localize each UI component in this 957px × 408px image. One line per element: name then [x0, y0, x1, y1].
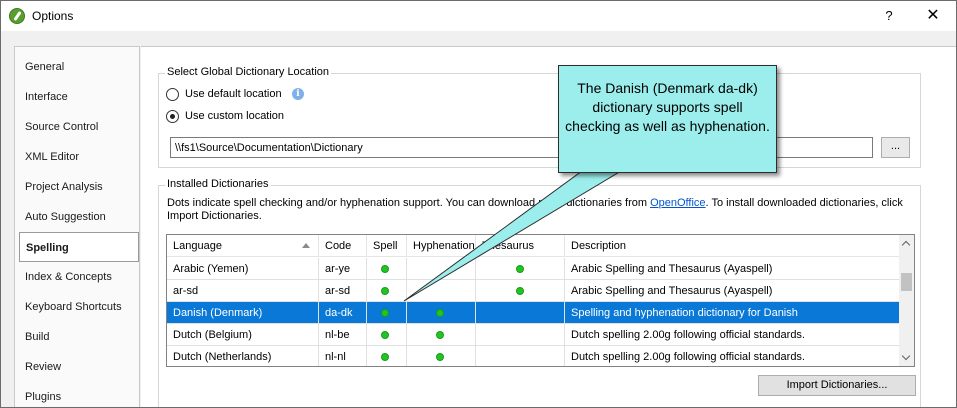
- cell-hyphenation: [407, 346, 476, 366]
- cell-description: Spelling and hyphenation dictionary for …: [571, 307, 798, 319]
- app-icon: [9, 8, 25, 24]
- column-header-thesaurus[interactable]: Thesaurus: [476, 235, 565, 257]
- title-bar: Options ? ✕: [1, 1, 956, 31]
- column-header-code[interactable]: Code: [319, 235, 367, 257]
- table-row[interactable]: Arabic (Yemen) ar-ye Arabic Spelling and…: [167, 258, 899, 280]
- spell-support-dot-icon: [381, 265, 389, 273]
- sidebar-item-interface[interactable]: Interface: [15, 82, 139, 112]
- close-button[interactable]: ✕: [923, 6, 943, 26]
- help-button[interactable]: ?: [880, 6, 898, 26]
- installed-description: Dots indicate spell checking and/or hyph…: [167, 197, 912, 223]
- column-header-hyphenation[interactable]: Hyphenation: [407, 235, 476, 257]
- cell-thesaurus: [476, 258, 565, 280]
- browse-button[interactable]: ...: [881, 137, 910, 158]
- column-header-description[interactable]: Description: [565, 235, 899, 257]
- table-row[interactable]: Dutch (Belgium) nl-be Dutch spelling 2.0…: [167, 324, 899, 346]
- options-window: Options ? ✕ General Interface Source Con…: [0, 0, 957, 408]
- cell-language: Danish (Denmark): [167, 302, 319, 324]
- use-default-location-label[interactable]: Use default location: [185, 88, 282, 100]
- installed-dictionaries-title: Installed Dictionaries: [165, 178, 271, 190]
- callout-box: The Danish (Denmark da-dk) dictionary su…: [558, 65, 777, 173]
- table-row-selected[interactable]: Danish (Denmark) da-dk Spelling and hyph…: [167, 302, 899, 324]
- column-header-language[interactable]: Language: [167, 235, 319, 257]
- sidebar-item-plugins[interactable]: Plugins: [15, 382, 139, 407]
- hyphenation-support-dot-icon: [436, 331, 444, 339]
- cell-spell: [367, 324, 407, 346]
- thesaurus-support-dot-icon: [516, 265, 524, 273]
- thesaurus-support-dot-icon: [516, 287, 524, 295]
- cell-spell: [367, 258, 407, 280]
- sort-ascending-icon: [302, 243, 310, 248]
- column-header-language-label: Language: [173, 240, 222, 252]
- scroll-up-icon[interactable]: [899, 237, 914, 252]
- cell-thesaurus: [476, 346, 565, 366]
- window-title: Options: [32, 9, 74, 23]
- cell-code: nl-be: [319, 324, 367, 346]
- sidebar-item-spelling[interactable]: Spelling: [19, 232, 139, 262]
- spell-support-dot-icon: [381, 353, 389, 361]
- sidebar-item-xml-editor[interactable]: XML Editor: [15, 142, 139, 172]
- cell-spell: [367, 346, 407, 366]
- cell-code: ar-ye: [319, 258, 367, 280]
- cell-description: Dutch spelling 2.00g following official …: [571, 329, 805, 341]
- scroll-thumb[interactable]: [901, 273, 912, 291]
- sidebar-item-index-concepts[interactable]: Index & Concepts: [15, 262, 139, 292]
- sidebar-item-source-control[interactable]: Source Control: [15, 112, 139, 142]
- cell-description: Dutch spelling 2.00g following official …: [571, 351, 805, 363]
- cell-hyphenation: [407, 280, 476, 302]
- sidebar-item-project-analysis[interactable]: Project Analysis: [15, 172, 139, 202]
- cell-code: da-dk: [319, 302, 367, 324]
- cell-code: ar-sd: [319, 280, 367, 302]
- table-row[interactable]: Dutch (Netherlands) nl-nl Dutch spelling…: [167, 346, 899, 366]
- sidebar-item-general[interactable]: General: [15, 52, 139, 82]
- spell-support-dot-icon: [381, 309, 389, 317]
- cell-description: Arabic Spelling and Thesaurus (Ayaspell): [571, 263, 773, 275]
- cell-language: Dutch (Belgium): [167, 324, 319, 346]
- import-dictionaries-button[interactable]: Import Dictionaries...: [758, 375, 916, 396]
- cell-hyphenation: [407, 258, 476, 280]
- table-row[interactable]: ar-sd ar-sd Arabic Spelling and Thesauru…: [167, 280, 899, 302]
- column-header-spell[interactable]: Spell: [367, 235, 407, 257]
- table-header: Language Code Spell Hyphenation Thesauru…: [167, 235, 899, 257]
- sidebar-item-auto-suggestion[interactable]: Auto Suggestion: [15, 202, 139, 232]
- openoffice-link[interactable]: OpenOffice: [650, 197, 705, 209]
- cell-language: Arabic (Yemen): [167, 258, 319, 280]
- cell-language: ar-sd: [167, 280, 319, 302]
- cell-description: Arabic Spelling and Thesaurus (Ayaspell): [571, 285, 773, 297]
- use-custom-location-label[interactable]: Use custom location: [185, 110, 284, 122]
- cell-hyphenation: [407, 302, 476, 324]
- use-default-location-radio[interactable]: [166, 88, 179, 101]
- cell-spell: [367, 302, 407, 324]
- cell-spell: [367, 280, 407, 302]
- cell-thesaurus: [476, 280, 565, 302]
- sidebar-item-review[interactable]: Review: [15, 352, 139, 382]
- cell-code: nl-nl: [319, 346, 367, 366]
- spell-support-dot-icon: [381, 287, 389, 295]
- sidebar-item-build[interactable]: Build: [15, 322, 139, 352]
- sidebar-item-keyboard-shortcuts[interactable]: Keyboard Shortcuts: [15, 292, 139, 322]
- description-prefix: Dots indicate spell checking and/or hyph…: [167, 197, 651, 209]
- hyphenation-support-dot-icon: [436, 309, 444, 317]
- global-location-title: Select Global Dictionary Location: [165, 66, 332, 78]
- info-icon[interactable]: i: [292, 88, 304, 100]
- cell-thesaurus: [476, 324, 565, 346]
- use-custom-location-radio[interactable]: [166, 110, 179, 123]
- dictionaries-table[interactable]: Language Code Spell Hyphenation Thesauru…: [166, 234, 915, 367]
- cell-hyphenation: [407, 324, 476, 346]
- scroll-down-icon[interactable]: [899, 350, 914, 365]
- table-vertical-scrollbar[interactable]: [899, 235, 914, 366]
- hyphenation-support-dot-icon: [436, 353, 444, 361]
- options-sidebar: General Interface Source Control XML Edi…: [14, 46, 140, 407]
- spell-support-dot-icon: [381, 331, 389, 339]
- cell-language: Dutch (Netherlands): [167, 346, 319, 366]
- cell-thesaurus: [476, 302, 565, 324]
